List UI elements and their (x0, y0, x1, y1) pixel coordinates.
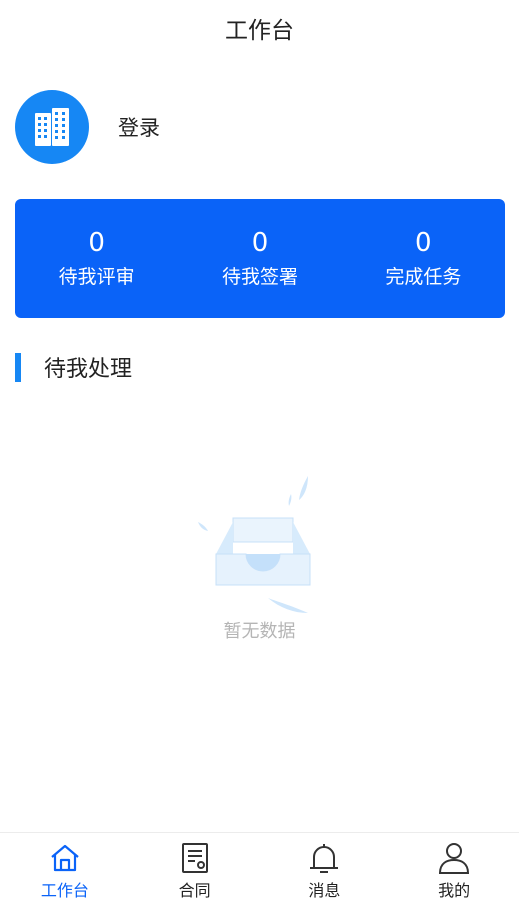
section-accent-bar (15, 352, 21, 382)
section-title: 待我处理 (44, 357, 133, 382)
user-icon (436, 841, 472, 875)
home-icon (47, 841, 83, 875)
empty-state: 暂无数据 (0, 470, 519, 643)
stat-value: 0 (251, 227, 269, 258)
page-title: 工作台 (225, 18, 294, 44)
stat-value: 0 (415, 227, 432, 258)
bell-icon (306, 841, 342, 875)
avatar[interactable] (15, 90, 89, 164)
login-link[interactable]: 登录 (118, 112, 160, 142)
tab-label: 工作台 (40, 881, 89, 900)
stats-card: 0 待我评审 0 待我签署 0 完成任务 (15, 199, 505, 318)
stat-label: 待我签署 (221, 265, 298, 288)
login-row[interactable]: 登录 (15, 90, 160, 164)
stat-label: 完成任务 (385, 265, 462, 288)
tab-contract[interactable]: 合同 (130, 833, 260, 901)
tab-messages[interactable]: 消息 (260, 833, 390, 901)
stat-label: 待我评审 (58, 265, 135, 288)
app-screen: 工作台 登录 0 待我评审 0 待我签署 0 完成任务 待我处理 暂无数据 工作… (0, 0, 519, 901)
stat-completed-tasks[interactable]: 0 完成任务 (342, 227, 505, 291)
section-header: 待我处理 (15, 352, 132, 382)
empty-inbox-icon (197, 476, 310, 613)
contract-icon (177, 841, 213, 875)
stat-value: 0 (88, 227, 105, 258)
empty-state-text: 暂无数据 (223, 621, 296, 642)
tab-label: 我的 (438, 881, 471, 900)
bottom-tab-bar: 工作台 合同 消息 我的 (0, 832, 519, 901)
tab-mine[interactable]: 我的 (389, 833, 519, 901)
tab-label: 消息 (308, 881, 341, 900)
tab-label: 合同 (178, 881, 211, 900)
building-icon (35, 108, 69, 146)
stat-pending-review[interactable]: 0 待我评审 (15, 227, 178, 291)
stat-pending-sign[interactable]: 0 待我签署 (178, 227, 341, 291)
tab-workbench[interactable]: 工作台 (0, 833, 130, 901)
